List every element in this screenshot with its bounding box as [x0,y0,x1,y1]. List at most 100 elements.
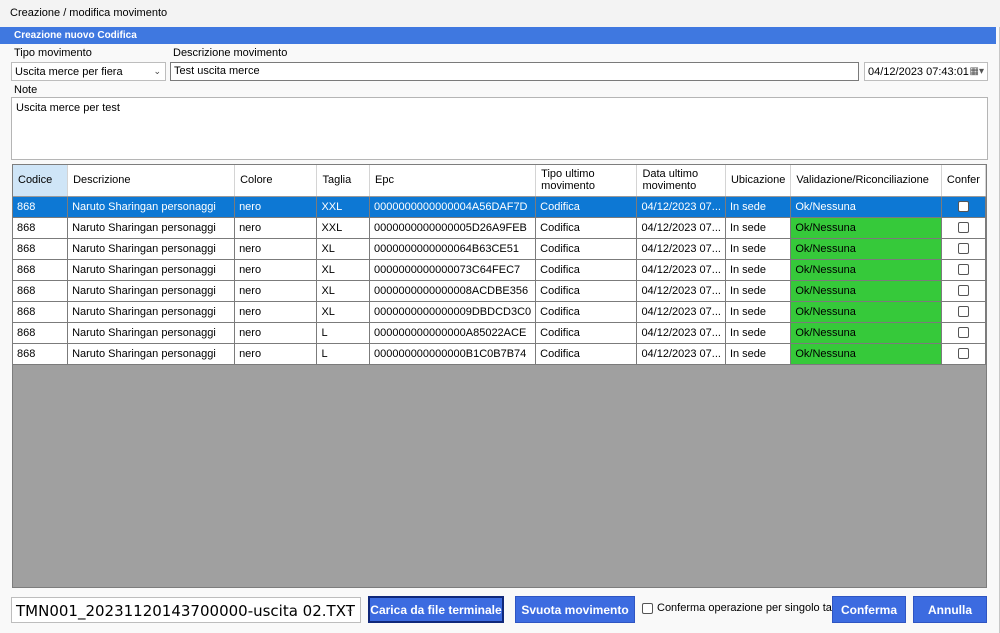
datetime-picker[interactable]: 04/12/2023 07:43:01 ▦▾ [864,62,988,81]
cell-data-ultimo-movimento: 04/12/2023 07... [636,259,726,281]
tipo-movimento-select[interactable]: Uscita merce per fiera ⌄ [11,62,166,81]
cell-taglia: L [316,322,370,344]
cell-validazione: Ok/Nessuna [790,280,942,302]
table-row[interactable]: 868 Naruto Sharingan personaggi nero XL 0000… [13,238,986,260]
column-header-colore[interactable]: Colore [234,165,318,197]
grid-header-row: Codice Descrizione Colore Taglia Epc Tip… [13,165,986,197]
cell-codice: 868 [13,280,69,302]
cell-conferma [941,238,986,260]
table-row[interactable]: 868 Naruto Sharingan personaggi nero L 00000… [13,322,986,344]
column-header-validazione[interactable]: Validazione/Riconciliazione [790,165,942,197]
cell-tipo-ultimo-movimento: Codifica [535,217,638,239]
table-row[interactable]: 868 Naruto Sharingan personaggi nero L 00000… [13,343,986,365]
note-label: Note [14,84,38,96]
column-header-ubicazione[interactable]: Ubicazione [725,165,792,197]
table-row[interactable]: 868 Naruto Sharingan personaggi nero XL 0000… [13,280,986,302]
items-table: Codice Descrizione Colore Taglia Epc Tip… [13,165,986,365]
row-confirm-checkbox[interactable] [957,264,969,276]
cell-colore: nero [234,280,318,302]
cell-validazione: Ok/Nessuna [790,217,942,239]
table-row[interactable]: 868 Naruto Sharingan personaggi nero XL 0000… [13,301,986,323]
cell-colore: nero [234,238,318,260]
confirm-button[interactable]: Conferma [832,596,906,623]
cell-epc: 0000000000000064B63CE51 [369,238,537,260]
cell-validazione: Ok/Nessuna [790,238,942,260]
cell-ubicazione: In sede [725,301,792,323]
cell-descrizione: Naruto Sharingan personaggi [67,280,236,302]
cell-data-ultimo-movimento: 04/12/2023 07... [636,343,726,365]
cell-tipo-ultimo-movimento: Codifica [535,238,638,260]
cell-descrizione: Naruto Sharingan personaggi [67,301,236,323]
cell-descrizione: Naruto Sharingan personaggi [67,259,236,281]
cell-colore: nero [234,259,318,281]
datetime-value: 04/12/2023 07:43:01 [868,66,969,78]
empty-movement-button[interactable]: Svuota movimento [515,596,635,623]
row-confirm-checkbox[interactable] [957,243,969,255]
row-confirm-checkbox[interactable] [957,222,969,234]
cell-taglia: XL [316,301,370,323]
cell-conferma [941,343,986,365]
cell-descrizione: Naruto Sharingan personaggi [67,343,236,365]
note-textarea[interactable]: Uscita merce per test [11,97,988,160]
column-header-conferma[interactable]: Confer [941,165,986,197]
cell-data-ultimo-movimento: 04/12/2023 07... [636,322,726,344]
cell-colore: nero [234,301,318,323]
cell-epc: 0000000000000008ACDBE356 [369,280,537,302]
table-row[interactable]: 868 Naruto Sharingan personaggi nero XL 0000… [13,259,986,281]
cell-conferma [941,196,986,218]
cell-epc: 0000000000000005D26A9FEB [369,217,537,239]
descrizione-movimento-input[interactable]: Test uscita merce [170,62,859,81]
row-confirm-checkbox[interactable] [957,201,969,213]
cell-epc: 0000000000000073C64FEC7 [369,259,537,281]
tipo-movimento-value: Uscita merce per fiera [15,66,123,78]
cell-ubicazione: In sede [725,238,792,260]
window-title: Creazione / modifica movimento [0,0,1000,27]
cell-ubicazione: In sede [725,322,792,344]
terminal-file-select[interactable]: TMN001_20231120143700000-uscita 02.TXT ⌄ [11,597,361,623]
column-header-tipo-ultimo-movimento[interactable]: Tipo ultimo movimento [535,165,638,197]
cell-data-ultimo-movimento: 04/12/2023 07... [636,196,726,218]
chevron-down-icon: ⌄ [345,604,354,615]
cell-data-ultimo-movimento: 04/12/2023 07... [636,238,726,260]
grid-body: 868 Naruto Sharingan personaggi nero XXL 000… [13,196,986,365]
column-header-data-ultimo-movimento[interactable]: Data ultimo movimento [636,165,726,197]
row-confirm-checkbox[interactable] [957,348,969,360]
cell-tipo-ultimo-movimento: Codifica [535,343,638,365]
cell-data-ultimo-movimento: 04/12/2023 07... [636,301,726,323]
table-row[interactable]: 868 Naruto Sharingan personaggi nero XXL 000… [13,196,986,218]
single-tag-checkbox[interactable] [642,602,653,614]
cell-ubicazione: In sede [725,196,792,218]
cell-codice: 868 [13,343,69,365]
calendar-icon[interactable]: ▦▾ [970,66,984,77]
cell-ubicazione: In sede [725,280,792,302]
chevron-down-icon: ⌄ [153,66,161,76]
cell-colore: nero [234,322,318,344]
cell-taglia: XXL [316,217,370,239]
cell-ubicazione: In sede [725,217,792,239]
column-header-taglia[interactable]: Taglia [316,165,370,197]
cell-ubicazione: In sede [725,259,792,281]
column-header-codice[interactable]: Codice [13,165,69,197]
single-tag-option[interactable]: Conferma operazione per singolo tag [642,602,838,614]
column-header-descrizione[interactable]: Descrizione [67,165,236,197]
tipo-movimento-label: Tipo movimento [14,47,92,59]
cell-validazione: Ok/Nessuna [790,322,942,344]
cell-codice: 868 [13,217,69,239]
cancel-button[interactable]: Annulla [913,596,987,623]
descrizione-movimento-label: Descrizione movimento [173,47,288,59]
row-confirm-checkbox[interactable] [957,327,969,339]
cell-tipo-ultimo-movimento: Codifica [535,196,638,218]
cell-colore: nero [234,196,318,218]
column-header-epc[interactable]: Epc [369,165,537,197]
table-row[interactable]: 868 Naruto Sharingan personaggi nero XXL 000… [13,217,986,239]
cell-data-ultimo-movimento: 04/12/2023 07... [636,280,726,302]
row-confirm-checkbox[interactable] [957,285,969,297]
cell-tipo-ultimo-movimento: Codifica [535,322,638,344]
cell-data-ultimo-movimento: 04/12/2023 07... [636,217,726,239]
row-confirm-checkbox[interactable] [957,306,969,318]
cell-colore: nero [234,217,318,239]
load-from-terminal-button[interactable]: Carica da file terminale [368,596,504,623]
cell-codice: 868 [13,259,69,281]
cell-taglia: XL [316,259,370,281]
single-tag-label: Conferma operazione per singolo tag [657,602,839,614]
